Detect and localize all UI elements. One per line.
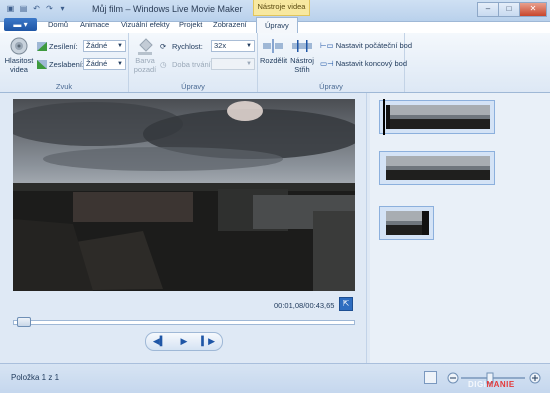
seek-thumb[interactable] <box>17 317 31 327</box>
speed-value: 32x <box>214 41 227 50</box>
fade-in-label: Zesílení: <box>49 42 78 51</box>
workspace: 00:01,08/00:43,65 ⇱ ◀▍ ▶ ▍▶ <box>0 93 550 363</box>
video-volume-button[interactable]: Hlasitost videa <box>4 37 34 74</box>
video-preview[interactable] <box>13 99 355 291</box>
seek-bar[interactable] <box>13 320 355 325</box>
background-color-button[interactable]: Barva pozadí <box>131 37 159 74</box>
trim-label: Nástroj Střih <box>290 56 314 74</box>
video-volume-label: Hlasitost videa <box>4 56 34 74</box>
ribbon-tabs: ▬ ▾ Domů Animace Vizuální efekty Projekt… <box>0 17 550 33</box>
tab-view[interactable]: Zobrazení <box>213 20 247 29</box>
chevron-down-icon: ▼ <box>117 61 123 67</box>
fade-out-value: Žádné <box>86 59 108 68</box>
window-title: Můj film – Windows Live Movie Maker <box>92 4 243 14</box>
storyboard-clip[interactable] <box>379 206 434 240</box>
speed-icon: ⟳ <box>160 42 167 51</box>
window-controls: – □ ✕ <box>477 2 547 17</box>
split-label: Rozdělit <box>260 56 288 65</box>
tab-project[interactable]: Projekt <box>179 20 202 29</box>
clip-thumbnail <box>386 211 429 235</box>
context-tab-video-tools: Nástroje videa <box>253 0 310 16</box>
tab-visual-effects[interactable]: Vizuální efekty <box>121 20 170 29</box>
chevron-down-icon: ▼ <box>246 61 252 67</box>
fade-out-select[interactable]: Žádné ▼ <box>83 58 126 70</box>
thumbnail-size-button[interactable] <box>424 371 437 384</box>
chevron-down-icon: ▼ <box>117 43 123 49</box>
storyboard-pane <box>370 93 550 363</box>
set-start-point-button[interactable]: ⊢▭ Nastavit počáteční bod <box>320 41 412 50</box>
storyboard-clip[interactable] <box>379 99 495 135</box>
undo-icon[interactable]: ↶ <box>31 3 42 14</box>
fade-in-value: Žádné <box>86 41 108 50</box>
clip-thumbnail <box>386 156 490 180</box>
split-icon <box>263 39 283 53</box>
fullscreen-button[interactable]: ⇱ <box>339 297 353 311</box>
redo-icon[interactable]: ↷ <box>44 3 55 14</box>
ribbon: Hlasitost videa Zesílení: Žádné ▼ Zeslab… <box>0 33 550 93</box>
duration-label: Doba trvání: <box>172 60 213 69</box>
watermark-logo: DIGIMANIE <box>468 380 515 389</box>
app-icon: ▣ <box>6 4 15 13</box>
group-adjust: Barva pozadí ⟳ Rychlost: 32x ▼ ◷ Doba tr… <box>129 33 258 92</box>
playhead-indicator <box>383 99 385 135</box>
video-frame <box>13 99 355 291</box>
group-audio-label: Zvuk <box>55 82 73 91</box>
set-end-icon: ▭⊣ <box>320 59 334 68</box>
clip-thumbnail <box>386 105 490 129</box>
fade-out-label: Zeslabení: <box>49 60 85 69</box>
qat-dropdown-icon[interactable]: ▾ <box>57 3 68 14</box>
pane-divider[interactable] <box>366 93 367 363</box>
duration-select[interactable]: ▼ <box>211 58 255 70</box>
status-bar: Položka 1 z 1 DIGIMANIE <box>0 363 550 393</box>
duration-icon: ◷ <box>160 60 167 69</box>
set-start-label: Nastavit počáteční bod <box>335 41 413 50</box>
minimize-button[interactable]: – <box>477 2 499 17</box>
tab-animations[interactable]: Animace <box>80 20 109 29</box>
set-start-icon: ⊢▭ <box>320 41 334 50</box>
app-menu-button[interactable]: ▬ ▾ <box>4 18 37 31</box>
maximize-button[interactable]: □ <box>498 2 520 17</box>
chevron-down-icon: ▼ <box>246 43 252 49</box>
speaker-icon <box>10 37 28 55</box>
storyboard-clip[interactable] <box>379 151 495 185</box>
paint-bucket-icon <box>138 38 153 55</box>
set-end-point-button[interactable]: ▭⊣ Nastavit koncový bod <box>320 59 407 68</box>
speed-select[interactable]: 32x ▼ <box>211 40 255 52</box>
speed-label: Rychlost: <box>172 42 203 51</box>
group-adjust-label: Úpravy <box>181 82 205 91</box>
fade-in-icon <box>37 42 47 51</box>
group-editing-label: Úpravy <box>319 82 343 91</box>
tab-home[interactable]: Domů <box>48 20 68 29</box>
close-button[interactable]: ✕ <box>519 2 547 17</box>
expand-icon: ⇱ <box>342 299 350 308</box>
tab-edit[interactable]: Úpravy <box>256 17 298 33</box>
playback-controls: ◀▍ ▶ ▍▶ <box>145 332 223 351</box>
group-audio: Hlasitost videa Zesílení: Žádné ▼ Zeslab… <box>0 33 129 92</box>
playback-time: 00:01,08/00:43,65 <box>274 301 335 310</box>
play-button[interactable]: ▶ <box>181 336 188 347</box>
next-frame-button[interactable]: ▍▶ <box>201 336 215 347</box>
item-count: Položka 1 z 1 <box>11 373 60 382</box>
background-color-label: Barva pozadí <box>133 56 157 74</box>
trim-icon <box>292 40 312 52</box>
group-editing: Rozdělit Nástroj Střih ⊢▭ Nastavit počát… <box>258 33 412 92</box>
fade-out-icon <box>37 60 47 69</box>
split-button[interactable]: Rozdělit <box>260 39 288 65</box>
quick-access-toolbar: ▣ ▤ ↶ ↷ ▾ <box>5 3 68 14</box>
save-icon[interactable]: ▤ <box>18 3 29 14</box>
fade-in-select[interactable]: Žádné ▼ <box>83 40 126 52</box>
previous-frame-button[interactable]: ◀▍ <box>153 336 167 347</box>
trim-tool-button[interactable]: Nástroj Střih <box>288 39 316 74</box>
set-end-label: Nastavit koncový bod <box>335 59 408 68</box>
